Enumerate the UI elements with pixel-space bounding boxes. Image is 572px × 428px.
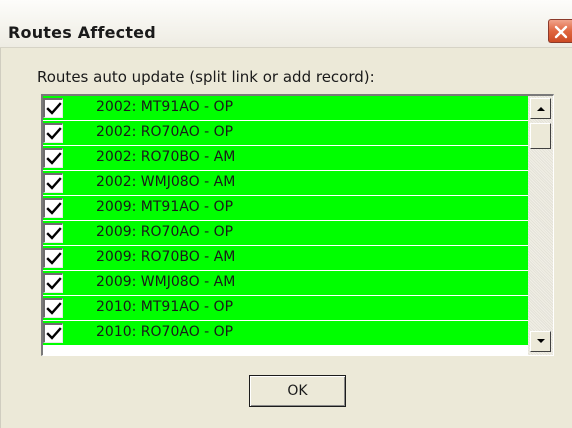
window-border — [0, 48, 1, 428]
route-checkbox[interactable] — [43, 148, 63, 168]
route-label: 2002: MT91AO - OP — [96, 99, 234, 115]
routes-group-label: Routes auto update (split link or add re… — [37, 68, 375, 86]
dialog-title: Routes Affected — [8, 23, 156, 42]
arrow-down-icon — [537, 339, 545, 343]
route-row[interactable]: 2002: WMJ08O - AM — [43, 171, 528, 196]
route-checkbox[interactable] — [43, 223, 63, 243]
route-checkbox[interactable] — [43, 173, 63, 193]
checkmark-icon — [46, 277, 62, 290]
scroll-down-button[interactable] — [530, 331, 551, 352]
route-checkbox[interactable] — [43, 323, 63, 343]
title-bar[interactable]: Routes Affected — [0, 0, 572, 48]
routes-affected-dialog: Routes Affected Routes auto update (spli… — [0, 0, 572, 428]
checkmark-icon — [46, 252, 62, 265]
checkmark-icon — [46, 302, 62, 315]
routes-checklist[interactable]: 2002: MT91AO - OP 2002: RO70AO - OP 2002: … — [41, 94, 554, 356]
arrow-up-icon — [537, 107, 545, 111]
route-row[interactable]: 2010: RO70AO - OP — [43, 321, 528, 346]
route-row[interactable]: 2002: RO70AO - OP — [43, 121, 528, 146]
route-label: 2009: RO70AO - OP — [96, 224, 234, 240]
route-row[interactable]: 2009: RO70BO - AM — [43, 246, 528, 271]
route-label: 2010: MT91AO - OP — [96, 299, 234, 315]
route-checkbox[interactable] — [43, 123, 63, 143]
route-row[interactable]: 2010: MT91AO - OP — [43, 296, 528, 321]
scroll-thumb[interactable] — [530, 123, 551, 149]
ok-button[interactable]: OK — [249, 375, 346, 407]
route-checkbox[interactable] — [43, 273, 63, 293]
route-label: 2010: RO70AO - OP — [96, 324, 234, 340]
route-label: 2009: MT91AO - OP — [96, 199, 234, 215]
route-row[interactable]: 2009: WMJ08O - AM — [43, 271, 528, 296]
route-label: 2002: WMJ08O - AM — [96, 174, 236, 190]
route-label: 2002: RO70AO - OP — [96, 124, 234, 140]
close-icon — [554, 25, 568, 39]
checkmark-icon — [46, 127, 62, 140]
route-row[interactable]: 2009: RO70AO - OP — [43, 221, 528, 246]
route-checkbox[interactable] — [43, 298, 63, 318]
route-row[interactable]: 2002: MT91AO - OP — [43, 96, 528, 121]
route-row[interactable]: 2009: MT91AO - OP — [43, 196, 528, 221]
route-checkbox[interactable] — [43, 248, 63, 268]
route-label: 2002: RO70BO - AM — [96, 149, 236, 165]
close-button[interactable] — [548, 19, 572, 43]
route-label: 2009: WMJ08O - AM — [96, 274, 236, 290]
route-row[interactable]: 2002: RO70BO - AM — [43, 146, 528, 171]
scroll-up-button[interactable] — [530, 98, 551, 119]
checkmark-icon — [46, 202, 62, 215]
checkmark-icon — [46, 227, 62, 240]
checkmark-icon — [46, 152, 62, 165]
checkmark-icon — [46, 177, 62, 190]
route-checkbox[interactable] — [43, 198, 63, 218]
route-label: 2009: RO70BO - AM — [96, 249, 236, 265]
checkmark-icon — [46, 327, 62, 340]
vertical-scrollbar[interactable] — [528, 96, 553, 355]
route-checkbox[interactable] — [43, 98, 63, 118]
checkmark-icon — [46, 102, 62, 115]
routes-list: 2002: MT91AO - OP 2002: RO70AO - OP 2002: … — [43, 96, 528, 346]
